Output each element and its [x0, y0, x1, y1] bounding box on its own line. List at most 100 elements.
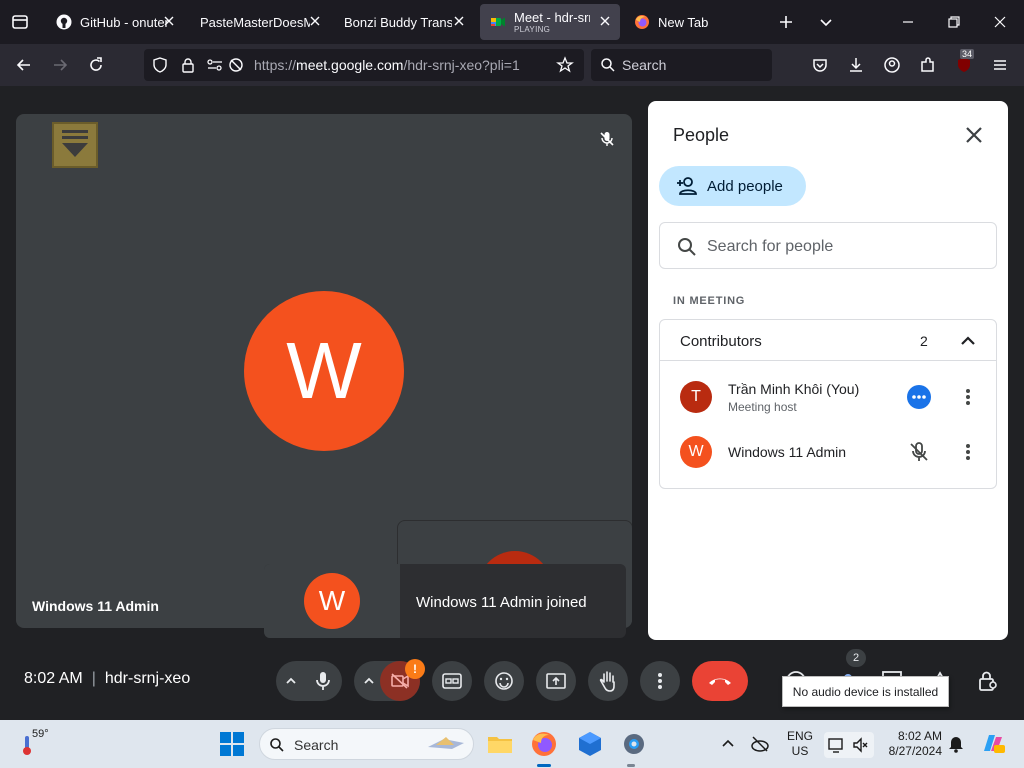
- taskbar-settings[interactable]: [620, 730, 648, 758]
- participant-name: Windows 11 Admin: [32, 598, 159, 614]
- taskbar-search-box[interactable]: Search: [259, 728, 474, 760]
- tab-bonzi[interactable]: Bonzi Buddy Transla: [334, 4, 474, 40]
- close-window-button[interactable]: [988, 10, 1012, 34]
- add-person-icon: [677, 177, 697, 195]
- reload-button[interactable]: [84, 53, 108, 77]
- present-screen-button[interactable]: [536, 661, 576, 701]
- clock-date: 8/27/2024: [888, 744, 942, 758]
- more-options-button[interactable]: [640, 661, 680, 701]
- meeting-code: hdr-srnj-xeo: [104, 670, 191, 687]
- taskbar-app-cube[interactable]: [576, 730, 604, 758]
- show-hidden-icons-button[interactable]: [720, 736, 736, 752]
- address-bar[interactable]: https://meet.google.com/hdr-srnj-xeo?pli…: [144, 49, 584, 81]
- cube-app-icon: [579, 732, 601, 756]
- audio-tooltip: No audio device is installed: [782, 676, 949, 707]
- github-icon: [56, 14, 72, 30]
- captions-button[interactable]: [432, 661, 472, 701]
- new-tab-button[interactable]: [774, 10, 798, 34]
- restore-window-button[interactable]: [942, 10, 966, 34]
- copilot-button[interactable]: [980, 731, 1006, 757]
- camera-blocked-icon[interactable]: [228, 57, 244, 73]
- end-call-icon: [709, 678, 731, 685]
- pocket-button[interactable]: [808, 53, 832, 77]
- region-code: US: [791, 744, 809, 758]
- closed-captions-icon: [442, 673, 462, 689]
- windows-logo-icon: [220, 732, 244, 756]
- url-text[interactable]: https://meet.google.com/hdr-srnj-xeo?pli…: [254, 57, 544, 73]
- minimize-icon: [903, 21, 913, 23]
- shield-icon[interactable]: [152, 57, 168, 73]
- permissions-icon[interactable]: [206, 57, 224, 73]
- search-icon: [678, 238, 696, 256]
- close-tab-icon[interactable]: [308, 14, 322, 28]
- group-count: 2: [920, 333, 928, 349]
- close-panel-button[interactable]: [962, 123, 986, 147]
- raise-hand-button[interactable]: [588, 661, 628, 701]
- tab-title: PasteMasterDoesMa: [200, 14, 310, 30]
- mic-off-icon[interactable]: [907, 440, 931, 464]
- account-icon: [884, 57, 900, 73]
- people-panel: People Add people Search for people IN M…: [648, 101, 1008, 640]
- back-button[interactable]: [12, 53, 36, 77]
- warning-badge: !: [405, 659, 425, 679]
- list-all-tabs-button[interactable]: [814, 10, 838, 34]
- kebab-menu-icon[interactable]: [960, 442, 976, 462]
- chevron-up-icon[interactable]: [284, 674, 298, 688]
- firefox-icon: [532, 732, 556, 756]
- tab-new-tab[interactable]: New Tab: [624, 4, 764, 40]
- kebab-menu-icon: [658, 673, 662, 689]
- lock-person-icon: [979, 671, 997, 691]
- notifications-button[interactable]: [948, 735, 964, 753]
- quick-settings[interactable]: [824, 732, 874, 758]
- account-button[interactable]: [880, 53, 904, 77]
- bell-icon: [949, 737, 963, 753]
- emoji-icon: [495, 672, 513, 690]
- weather-widget[interactable]: 59°: [18, 728, 58, 762]
- reactions-button[interactable]: [484, 661, 524, 701]
- system-clock[interactable]: 8:02 AM 8/27/2024: [884, 729, 942, 759]
- close-tab-icon[interactable]: [452, 14, 466, 28]
- taskbar-firefox[interactable]: [530, 730, 558, 758]
- present-icon: [546, 673, 566, 689]
- more-options-blue-icon[interactable]: [907, 385, 931, 409]
- network-status[interactable]: [750, 734, 770, 754]
- group-header[interactable]: Contributors 2: [660, 320, 996, 361]
- start-button[interactable]: [218, 730, 246, 758]
- host-controls-button[interactable]: [968, 661, 1008, 701]
- participant-tile-main[interactable]: W Windows 11 Admin T: [16, 114, 632, 628]
- minimize-window-button[interactable]: [896, 10, 920, 34]
- taskbar-file-explorer[interactable]: [486, 730, 514, 758]
- leave-call-button[interactable]: [692, 661, 748, 701]
- tab-github[interactable]: GitHub - onuten: [46, 4, 184, 40]
- close-tab-icon[interactable]: [598, 14, 612, 28]
- notification-avatar-area: W: [264, 564, 400, 638]
- muted-indicator: [598, 130, 616, 148]
- ublock-extension-button[interactable]: 34: [952, 49, 976, 77]
- tab-playing-label: PLAYING: [514, 24, 551, 34]
- language-code: ENG: [787, 729, 814, 743]
- chevron-up-icon[interactable]: [362, 674, 376, 688]
- app-menu-button[interactable]: [988, 53, 1012, 77]
- lock-icon[interactable]: [180, 57, 196, 73]
- downloads-button[interactable]: [844, 53, 868, 77]
- extensions-button[interactable]: [916, 53, 940, 77]
- participant-row[interactable]: W Windows 11 Admin: [660, 424, 996, 480]
- microphone-button[interactable]: [304, 661, 342, 701]
- forward-button[interactable]: [48, 53, 72, 77]
- input-language[interactable]: ENG US: [787, 729, 813, 759]
- tab-pastemaster[interactable]: PasteMasterDoesMa: [190, 4, 330, 40]
- participant-row[interactable]: T Trần Minh Khôi (You) Meeting host: [660, 366, 996, 422]
- firefox-view-button[interactable]: [8, 10, 32, 34]
- tab-title: Meet - hdr-srnj: [514, 10, 590, 25]
- close-tab-icon[interactable]: [162, 14, 176, 28]
- web-search-bar[interactable]: Search: [591, 49, 772, 81]
- chevron-up-icon[interactable]: [958, 331, 978, 351]
- tab-meet[interactable]: Meet - hdr-srnj PLAYING: [480, 4, 620, 40]
- web-search-placeholder: Search: [622, 57, 667, 73]
- add-people-button[interactable]: Add people: [659, 166, 806, 206]
- kebab-menu-icon[interactable]: [960, 387, 976, 407]
- search-people-input[interactable]: Search for people: [659, 222, 997, 269]
- network-disconnected-icon: [751, 736, 769, 752]
- active-app-indicator: [537, 764, 551, 767]
- bookmark-star-icon[interactable]: [556, 56, 574, 74]
